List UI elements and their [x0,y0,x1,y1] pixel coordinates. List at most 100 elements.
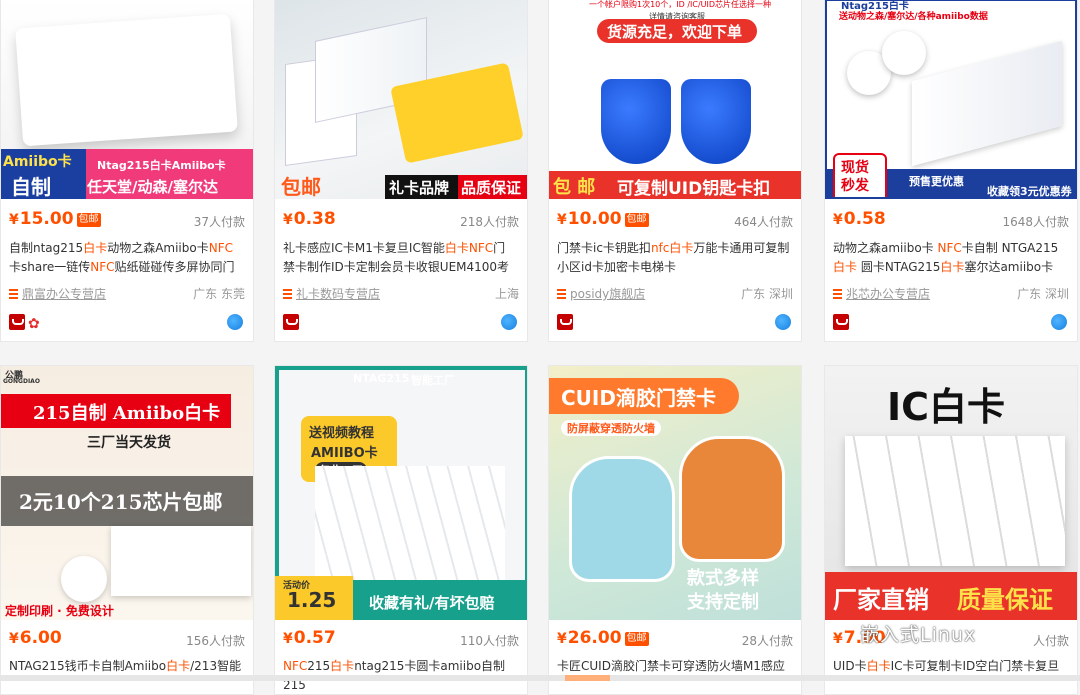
sales-count: 37人付款 [193,215,245,229]
shop-icon [283,289,292,299]
product-image[interactable]: IC白卡 厂家直销 质量保证 [825,366,1077,620]
image-label: 可复制UID钥匙卡扣 [617,179,771,199]
price: ¥15.00 [9,209,74,229]
white-card-shape [845,436,1065,566]
sales-count: 464人付款 [734,215,793,229]
sales-count: 人付款 [1032,634,1069,648]
price-row: ¥0.57 110人付款 [283,628,519,652]
tmall-icon [9,314,25,330]
title-keyword: 白卡 [833,260,858,274]
product-image[interactable]: 包邮 礼卡品牌 品质保证 [275,0,527,199]
white-card-shape [111,526,251,596]
badge-row: ✿ [9,314,245,332]
price: ¥0.38 [283,209,336,229]
image-label: 品质保证 [461,179,522,197]
image-label: 定制印刷 · 免费设计 [5,604,114,618]
chat-icon[interactable] [775,314,791,330]
shop-link[interactable]: 鼎富办公专营店 [22,287,106,301]
product-image[interactable]: Amiibo卡 自制 Ntag215白卡Amiibo卡 任天堂/动森/塞尔达 [1,0,253,199]
chat-icon[interactable] [1051,314,1067,330]
title-keyword: NFC [208,241,233,255]
white-card-shape [912,40,1062,167]
price-row: ¥6.00 156人付款 [9,628,245,652]
keyfob-shape [601,79,671,164]
title-keyword: 白卡 [940,260,965,274]
price-row: ¥26.00 包邮 28人付款 [557,628,793,652]
badge-row [557,314,793,332]
product-image[interactable]: CUID滴胶门禁卡 防屏蔽穿透防火墙 款式多样 支持定制 [549,366,801,620]
image-label: 厂家直销 [833,586,929,614]
title-text: 自制ntag215 [9,241,84,255]
image-label: 收藏有礼/有坏包赔 [369,594,495,612]
product-card[interactable]: Amiibo卡 自制 Ntag215白卡Amiibo卡 任天堂/动森/塞尔达 ¥… [0,0,254,342]
title-keyword: NFC [937,241,962,255]
title-keyword: 白卡 [83,241,108,255]
image-label: 支持定制 [687,592,759,613]
image-label: 送动物之森/塞尔达/各种amiibo数据 [839,12,988,22]
image-label: 215自制 Amiibo白卡 [33,403,221,424]
sales-count: 28人付款 [741,634,793,648]
location: 上海 [494,287,519,301]
product-card[interactable]: 包邮 礼卡品牌 品质保证 ¥0.38 218人付款 礼卡感应IC卡M1卡复旦IC… [274,0,528,342]
keychain-shape [679,436,785,562]
product-image[interactable]: NTAG215 智能工厂 送视频教程 AMIIBO卡 仅此一天 活动价 1.25… [275,366,527,620]
title-text: 卡自制 NTGA215 [961,241,1059,255]
image-label: 礼卡品牌 [389,179,450,197]
title-text: 圆卡NTAG215 [857,260,941,274]
product-card[interactable]: 公鹏 GONGDIAO 215自制 Amiibo白卡 三厂当天发货 2元10个2… [0,365,254,695]
title-text: 礼卡感应IC卡M1卡复旦IC智能 [283,241,445,255]
location: 广东 深圳 [1017,287,1069,301]
badge-row [833,314,1069,332]
keyfob-shape [681,79,751,164]
title-text: 门禁卡ic卡钥匙扣 [557,241,651,255]
product-image[interactable]: Ntag215白卡 送动物之森/塞尔达/各种amiibo数据 现货 秒发 预售更… [825,0,1077,199]
shop-link[interactable]: 礼卡数码专营店 [296,287,380,301]
product-card[interactable]: 一个帐户限购1次10个，ID /IC/UID芯片任选择一种 详情请咨询客服 货源… [548,0,802,342]
keychain-shape [569,456,675,582]
image-label: Ntag215白卡Amiibo卡 [97,159,226,172]
product-title[interactable]: 门禁卡ic卡钥匙扣nfc白卡万能卡通用可复制小区id卡加密卡电梯卡 [557,239,791,277]
product-card[interactable]: Ntag215白卡 送动物之森/塞尔达/各种amiibo数据 现货 秒发 预售更… [824,0,1078,342]
image-label: CUID滴胶门禁卡 [561,386,716,410]
shop-row: 鼎富办公专营店 广东 东莞 [9,285,245,302]
image-label: 送视频教程 [309,426,375,441]
product-card[interactable]: NTAG215 智能工厂 送视频教程 AMIIBO卡 仅此一天 活动价 1.25… [274,365,528,695]
sales-count: 1648人付款 [1002,215,1069,229]
image-label: 款式多样 [687,568,759,589]
title-keyword: nfc [650,241,670,255]
product-title[interactable]: 自制ntag215白卡动物之森Amiibo卡NFC卡share一链传NFC贴纸碰… [9,239,243,277]
scrollbar-thumb[interactable] [565,675,610,681]
product-title[interactable]: 礼卡感应IC卡M1卡复旦IC智能白卡NFC门禁卡制作ID卡定制会员卡收银UEM4… [283,239,517,277]
white-card-shape [15,13,238,147]
title-text: UID卡 [833,659,867,673]
image-label: 收藏领3元优惠券 [987,185,1072,198]
title-keyword: NFC [468,241,494,255]
product-title[interactable]: 动物之森amiibo卡 NFC卡自制 NTGA215 白卡 圆卡NTAG215白卡… [833,239,1067,277]
tmall-icon [557,314,573,330]
shop-link[interactable]: 兆芯办公专营店 [846,287,930,301]
image-label: GONGDIAO [3,378,40,385]
product-image[interactable]: 公鹏 GONGDIAO 215自制 Amiibo白卡 三厂当天发货 2元10个2… [1,366,253,620]
image-label: 三厂当天发货 [87,435,171,451]
sales-count: 110人付款 [460,634,519,648]
product-image[interactable]: 一个帐户限购1次10个，ID /IC/UID芯片任选择一种 详情请咨询客服 货源… [549,0,801,199]
chat-icon[interactable] [501,314,517,330]
title-text: /213智能 [190,659,242,673]
title-text: NTAG215钱币卡自制Amiibo [9,659,167,673]
shop-icon [557,289,566,299]
title-text: 卡share一链传 [9,260,91,274]
title-text: 215 [307,659,331,673]
product-card[interactable]: CUID滴胶门禁卡 防屏蔽穿透防火墙 款式多样 支持定制 ¥26.00 包邮 28… [548,365,802,695]
free-shipping-badge: 包邮 [624,632,649,646]
shop-row: 礼卡数码专营店 上海 [283,285,519,302]
tmall-icon [283,314,299,330]
shop-link[interactable]: posidy旗舰店 [570,287,645,301]
free-shipping-badge: 包邮 [624,213,649,227]
price: ¥0.57 [283,628,336,648]
image-label: 包 邮 [553,177,596,198]
horizontal-scrollbar[interactable] [0,675,1080,681]
price: ¥10.00 [557,209,622,229]
chat-icon[interactable] [227,314,243,330]
title-keyword: NFC [283,659,308,673]
image-label: IC白卡 [887,385,1006,429]
